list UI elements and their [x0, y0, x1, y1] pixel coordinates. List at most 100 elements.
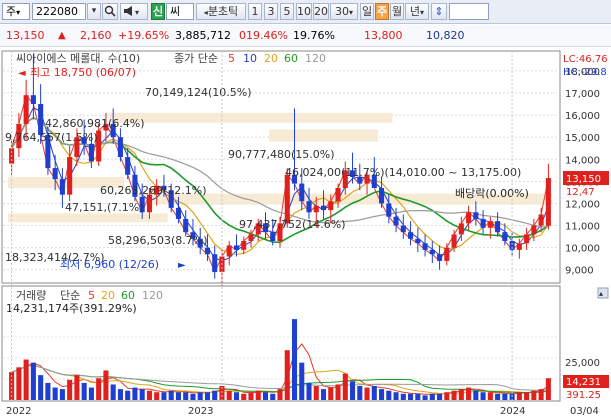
volume-title: 거래량 — [16, 289, 46, 302]
volume-bar — [81, 382, 87, 400]
minute-button-20[interactable]: 20 — [313, 3, 329, 20]
month-button[interactable]: 월 — [390, 3, 404, 20]
ma-20-label: 20 — [264, 52, 278, 65]
high-price: 13,800 — [364, 29, 403, 42]
year-label: 년 — [409, 5, 421, 18]
volume-ma-label: 단순 — [60, 289, 80, 302]
volume-bar — [248, 392, 254, 400]
candle-body — [429, 249, 435, 255]
candle-body — [241, 241, 247, 250]
volume-profile-band — [109, 112, 393, 123]
volume-bar — [74, 375, 80, 400]
candle-body — [59, 179, 65, 195]
volume-bar — [524, 392, 530, 400]
vol-ma-20-label: 20 — [101, 289, 115, 302]
price-tick-label: 16,000 — [565, 111, 600, 122]
volume-bar — [132, 387, 138, 400]
price-annotation: 70,149,124(10.5%) — [145, 86, 252, 99]
volume-bar — [386, 390, 392, 400]
volume-bar — [52, 387, 58, 400]
candle-body — [466, 212, 472, 224]
candle-body — [400, 225, 406, 233]
volume-bar — [183, 392, 189, 400]
price-tick-label: 14,000 — [565, 155, 600, 166]
price-annotation: 90,777,480(15.0%) — [228, 148, 335, 161]
candle-body — [545, 178, 551, 226]
lc-label: LC:46.76 — [563, 54, 608, 65]
low-price: 10,820 — [426, 29, 465, 42]
volume-bar — [516, 392, 522, 400]
volume-bar — [241, 393, 247, 400]
volume-bar — [306, 382, 312, 400]
candle-body — [415, 238, 421, 244]
market-select[interactable]: 주▾ — [2, 3, 30, 20]
volume-bar — [154, 392, 160, 400]
count-input[interactable] — [449, 3, 489, 20]
candle-body — [502, 232, 508, 242]
volume-bar — [125, 390, 131, 400]
volume-bar — [110, 384, 116, 400]
time-tick-label: 2024 — [500, 406, 525, 417]
volume-bar — [451, 390, 457, 400]
minute-select-value: 30 — [334, 5, 349, 18]
volume-value: 3,885,712 — [175, 29, 231, 42]
stock-name-field[interactable]: 씨아 — [166, 3, 194, 20]
volume-bar — [146, 390, 152, 400]
candle-body — [125, 157, 131, 175]
speaker-icon[interactable]: ▾ — [120, 3, 148, 20]
ma-60-label: 60 — [284, 52, 298, 65]
highest-price-label: 최고 18,750 (06/07) — [30, 66, 136, 79]
volume-bar — [45, 382, 51, 400]
candle-body — [437, 254, 443, 261]
price-annotation: 47,151,(7.1%) — [65, 201, 144, 214]
minute-button-10[interactable]: 10 — [296, 3, 312, 20]
volume-bar — [168, 390, 174, 400]
ma-120-label: 120 — [305, 52, 326, 65]
minute-button-1[interactable]: 1 — [248, 3, 262, 20]
week-button[interactable]: 주 — [375, 3, 389, 20]
candle-body — [516, 243, 522, 250]
stock-chart[interactable]: 70,149,124(10.5%) 42,860,981(6.4%)9,764,5… — [0, 48, 611, 420]
minute-select-30[interactable]: 30▾ — [330, 3, 358, 20]
volume-bar — [190, 393, 196, 400]
volume-bar — [349, 381, 356, 400]
candle-body — [52, 168, 58, 180]
minute-button-3[interactable]: 3 — [264, 3, 278, 20]
candle-body — [23, 95, 29, 124]
volume-bar — [429, 393, 435, 400]
search-icon[interactable] — [102, 3, 118, 20]
volume-bar — [175, 392, 181, 400]
volume-bar — [88, 387, 94, 400]
volume-bar — [320, 389, 327, 400]
candle-body — [495, 221, 501, 233]
code-dropdown-button[interactable]: ▾ — [87, 3, 101, 20]
year-button[interactable]: 년▾ — [405, 3, 429, 20]
minute-button-5[interactable]: 5 — [280, 3, 294, 20]
volume-bar — [233, 392, 240, 400]
volume-bar — [538, 389, 544, 400]
candle-body — [379, 187, 385, 204]
stock-code-input[interactable]: 222080 — [32, 3, 86, 20]
updown-arrow-icon[interactable]: ⇕ — [431, 3, 447, 20]
volume-bar — [299, 362, 305, 400]
candle-body — [444, 247, 450, 261]
price-tick-label: 12,000 — [565, 199, 600, 210]
day-button[interactable]: 일 — [360, 3, 374, 20]
price-annotation: 46,024,00(11.7%)(14,010.00 ~ 13,175.00) — [285, 166, 521, 179]
candle-body — [487, 221, 493, 228]
volume-bar — [277, 389, 283, 400]
volume-bar — [103, 370, 109, 400]
vol-ma-120-label: 120 — [142, 289, 163, 302]
volume-bar — [444, 392, 450, 400]
period-tick-button[interactable]: ◂분초틱 — [196, 3, 246, 20]
candle-body — [386, 203, 392, 217]
volume-bar — [473, 390, 479, 400]
price-annotation: 97,437,752(14.6%) — [239, 218, 346, 231]
candle-body — [306, 201, 312, 213]
ma-5-label: 5 — [228, 52, 235, 65]
volume-bar — [139, 389, 145, 400]
candle-body — [473, 212, 479, 219]
candle-body — [117, 137, 123, 158]
volume-bar — [422, 395, 428, 400]
volume-bar — [59, 389, 65, 400]
